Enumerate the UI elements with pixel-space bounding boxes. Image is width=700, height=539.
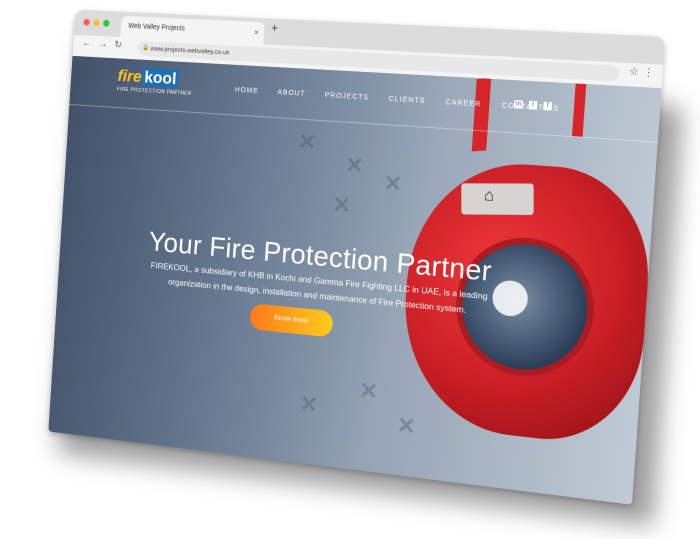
firekool-logo[interactable]: firekool FIRE PROTECTION PARTNER [117,66,193,97]
lock-icon: 🔒 [142,45,150,52]
nav-home[interactable]: HOME [235,87,259,95]
browser-window: Web Valley Projects × + ← → ↻ 🔒 www.proj… [48,9,666,505]
forward-icon[interactable]: → [98,39,108,50]
website-viewport: ✕ ✕ ✕ ✕ ✕ ✕ ✕ ⌂ firekool FIRE PROTECTION… [48,55,662,505]
background-pattern-icon: ✕ [297,128,317,156]
back-icon[interactable]: ← [82,38,92,49]
house-alarm-icon: ⌂ [483,186,495,206]
minimize-window-icon[interactable] [93,19,100,27]
tab-title: Web Valley Projects [127,22,186,33]
new-tab-icon[interactable]: + [271,21,279,35]
reload-icon[interactable]: ↻ [114,40,122,51]
main-nav: HOME ABOUT PROJECTS CLIENTS CAREER CONTA… [235,87,560,113]
logo-tagline: FIRE PROTECTION PARTNER [116,86,192,97]
linkedin-icon[interactable]: in [513,99,523,109]
background-pattern-icon: ✕ [299,390,319,418]
logo-fire-text: fire [117,66,143,87]
background-pattern-icon: ✕ [344,152,365,179]
browser-menu-icon[interactable]: ⋮ [643,67,655,79]
twitter-icon[interactable]: t [528,100,538,110]
background-pattern-icon: ✕ [332,191,352,219]
nav-about[interactable]: ABOUT [277,89,305,98]
nav-career[interactable]: CAREER [445,99,481,108]
background-pattern-icon: ✕ [358,377,379,405]
background-pattern-icon: ✕ [382,170,403,197]
nav-projects[interactable]: PROJECTS [324,92,369,102]
facebook-icon[interactable]: f [543,101,553,111]
mockup-stage: Web Valley Projects × + ← → ↻ 🔒 www.proj… [0,0,700,539]
bookmark-star-icon[interactable]: ☆ [629,66,640,78]
logo-kool-text: kool [141,67,180,89]
maximize-window-icon[interactable] [102,19,110,27]
url-text: www.projects.webvalley.co.uk [150,45,230,57]
background-pattern-icon: ✕ [396,411,417,440]
nav-clients[interactable]: CLIENTS [389,96,426,105]
tab-close-icon[interactable]: × [253,22,259,44]
close-window-icon[interactable] [83,18,91,26]
alarm-label-plate [461,183,534,215]
